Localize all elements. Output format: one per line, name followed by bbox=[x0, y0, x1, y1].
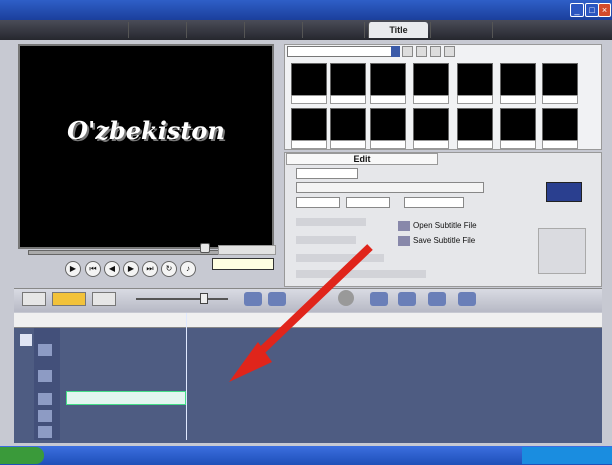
title-thumbnail[interactable] bbox=[457, 108, 493, 142]
title-thumbnail[interactable] bbox=[542, 63, 578, 97]
title-thumbnail[interactable] bbox=[370, 108, 406, 142]
thumbnail-caption bbox=[457, 95, 493, 104]
thumbnail-caption bbox=[330, 140, 366, 149]
thumbnail-caption bbox=[291, 95, 327, 104]
thumbnail-caption bbox=[542, 95, 578, 104]
thumbnail-caption bbox=[370, 95, 406, 104]
title-thumbnail[interactable] bbox=[457, 63, 493, 97]
thumbnail-caption bbox=[413, 95, 449, 104]
thumbnail-caption bbox=[291, 140, 327, 149]
title-thumbnail[interactable] bbox=[291, 108, 327, 142]
title-thumbnail[interactable] bbox=[542, 108, 578, 142]
video-studio-window: _ □ × Title O'zbekiston ▶ ⏮ ◀ ▶ ⏭ ↻ ♪ Ed… bbox=[0, 0, 612, 465]
thumbnail-caption bbox=[413, 140, 449, 149]
title-thumbnail[interactable] bbox=[291, 63, 327, 97]
title-thumbnail[interactable] bbox=[330, 108, 366, 142]
thumbnail-caption bbox=[500, 95, 536, 104]
title-thumbnail[interactable] bbox=[500, 108, 536, 142]
title-thumbnail[interactable] bbox=[500, 63, 536, 97]
title-thumbnail[interactable] bbox=[330, 63, 366, 97]
thumbnail-caption bbox=[500, 140, 536, 149]
thumbnail-caption bbox=[542, 140, 578, 149]
thumbnail-caption bbox=[457, 140, 493, 149]
thumbnail-caption bbox=[370, 140, 406, 149]
title-thumbnail[interactable] bbox=[413, 63, 449, 97]
title-thumbnail[interactable] bbox=[370, 63, 406, 97]
title-thumbnail[interactable] bbox=[413, 108, 449, 142]
arrow-shaft bbox=[252, 244, 373, 360]
thumbnail-caption bbox=[330, 95, 366, 104]
